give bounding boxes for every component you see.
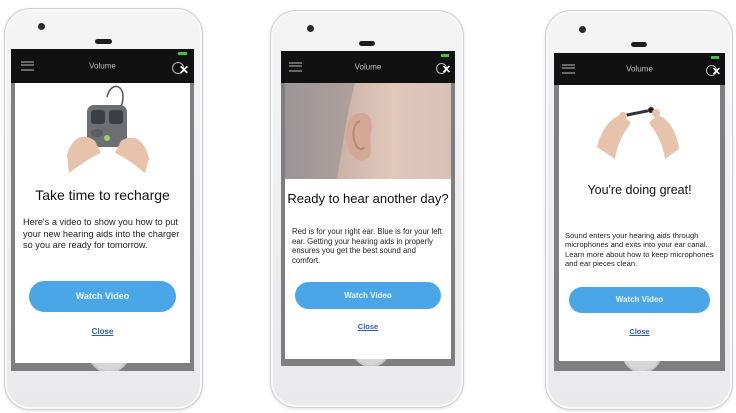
battery-icon xyxy=(711,56,719,59)
close-link[interactable]: Close xyxy=(285,322,451,331)
modal-body: Red is for your right ear. Blue is for y… xyxy=(292,227,442,266)
battery-icon xyxy=(178,52,187,55)
close-link[interactable]: Close xyxy=(559,327,720,336)
close-icon[interactable]: ✕ xyxy=(442,65,451,76)
modal-title: You're doing great! xyxy=(587,183,692,197)
phone-2: Volume ✕ Ready to hear another day? Red … xyxy=(270,10,464,408)
phone-3: Volume ✕ You're doing great! Sound enter… xyxy=(545,10,733,410)
modal-title: Take time to recharge xyxy=(35,187,170,203)
screen: Volume ✕ Take time to recharge Here's a … xyxy=(11,49,194,371)
screen: Volume ✕ You're doing great! Sound enter… xyxy=(554,53,725,371)
modal-card: Ready to hear another day? Red is for yo… xyxy=(285,83,451,359)
watch-video-button[interactable]: Watch Video xyxy=(29,281,176,312)
topbar-title: Volume xyxy=(626,64,653,74)
app-topbar: Volume ✕ xyxy=(554,53,725,85)
app-topbar: Volume ✕ xyxy=(11,49,194,83)
speaker xyxy=(95,39,112,44)
charger-illustration xyxy=(67,85,149,173)
modal-card: You're doing great! Sound enters your he… xyxy=(559,85,720,361)
modal-title: Ready to hear another day? xyxy=(287,191,449,206)
watch-video-button[interactable]: Watch Video xyxy=(295,282,441,309)
app-topbar: Volume ✕ xyxy=(281,51,455,83)
front-camera xyxy=(307,25,314,32)
modal-card: Take time to recharge Here's a video to … xyxy=(15,83,190,363)
front-camera xyxy=(38,23,45,30)
topbar-title: Volume xyxy=(89,61,116,71)
speaker xyxy=(359,41,375,46)
watch-video-button[interactable]: Watch Video xyxy=(569,287,710,313)
close-icon[interactable]: ✕ xyxy=(179,64,189,76)
cleaning-illustration xyxy=(597,107,679,159)
modal-body: Here's a video to show you how to put yo… xyxy=(23,217,180,250)
close-link[interactable]: Close xyxy=(15,327,190,336)
front-camera xyxy=(579,26,586,33)
screen: Volume ✕ Ready to hear another day? Red … xyxy=(281,51,455,366)
battery-icon xyxy=(441,54,449,57)
phone-1: Volume ✕ Take time to recharge Here's a … xyxy=(4,8,203,410)
ear-photo xyxy=(285,83,451,179)
modal-body: Sound enters your hearing aids through m… xyxy=(565,231,714,269)
speaker xyxy=(631,42,647,47)
topbar-title: Volume xyxy=(354,62,382,72)
close-icon[interactable]: ✕ xyxy=(712,67,721,78)
